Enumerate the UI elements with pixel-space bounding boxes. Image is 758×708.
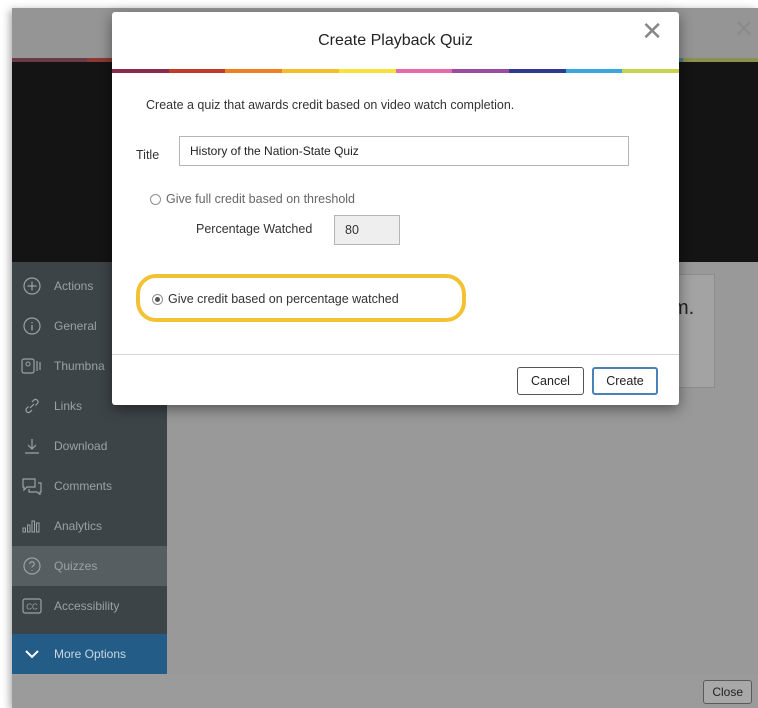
sidebar-item-accessibility[interactable]: CC Accessibility bbox=[12, 586, 167, 626]
dialog-description: Create a quiz that awards credit based o… bbox=[146, 98, 515, 112]
cancel-button[interactable]: Cancel bbox=[517, 367, 584, 395]
percentage-watched-value: 80 bbox=[345, 223, 359, 237]
sidebar-item-quizzes[interactable]: Quizzes bbox=[12, 546, 167, 586]
app-close-icon[interactable]: ✕ bbox=[734, 18, 754, 42]
title-input-value: History of the Nation-State Quiz bbox=[190, 144, 359, 158]
threshold-radio[interactable] bbox=[150, 193, 161, 205]
percentage-radio[interactable] bbox=[152, 293, 163, 305]
sidebar-item-label: Download bbox=[54, 439, 108, 453]
close-button[interactable]: Close bbox=[703, 680, 752, 704]
thumbnail-icon bbox=[18, 358, 46, 374]
sidebar-item-label: More Options bbox=[54, 647, 127, 661]
sidebar-item-label: Links bbox=[54, 399, 83, 413]
threshold-option-label: Give full credit based on threshold bbox=[166, 192, 355, 206]
link-icon bbox=[18, 397, 46, 415]
sidebar-item-label: Quizzes bbox=[54, 559, 98, 573]
create-playback-quiz-dialog: Create Playback Quiz ✕ Create a quiz tha… bbox=[112, 12, 680, 405]
sidebar-item-label: General bbox=[54, 319, 97, 333]
svg-text:CC: CC bbox=[26, 603, 38, 612]
percentage-option-label: Give credit based on percentage watched bbox=[168, 292, 399, 306]
sidebar-item-download[interactable]: Download bbox=[12, 426, 167, 466]
chevron-down-icon bbox=[18, 648, 46, 660]
sidebar-item-label: Thumbna bbox=[54, 359, 105, 373]
cc-icon: CC bbox=[18, 598, 46, 614]
percentage-watched-label: Percentage Watched bbox=[196, 222, 313, 236]
percentage-option[interactable]: Give credit based on percentage watched bbox=[152, 292, 399, 306]
percentage-watched-input[interactable]: 80 bbox=[334, 215, 400, 245]
sidebar-item-label: Accessibility bbox=[54, 599, 120, 613]
sidebar-item-label: Comments bbox=[54, 479, 113, 493]
create-button[interactable]: Create bbox=[592, 367, 658, 395]
sidebar-item-comments[interactable]: Comments bbox=[12, 466, 167, 506]
info-icon bbox=[18, 317, 46, 335]
comments-icon bbox=[18, 477, 46, 495]
sidebar-item-more-options[interactable]: More Options bbox=[12, 634, 167, 674]
dialog-title: Create Playback Quiz bbox=[318, 32, 473, 49]
title-input[interactable]: History of the Nation-State Quiz bbox=[179, 136, 629, 166]
sidebar-item-analytics[interactable]: Analytics bbox=[12, 506, 167, 546]
dialog-color-stripe bbox=[112, 69, 680, 73]
sidebar-item-label: Analytics bbox=[54, 519, 103, 533]
sidebar-item-label: Actions bbox=[54, 279, 94, 293]
app-footer: Close bbox=[12, 674, 758, 708]
close-icon[interactable]: ✕ bbox=[641, 18, 663, 44]
threshold-option[interactable]: Give full credit based on threshold bbox=[150, 192, 355, 206]
download-icon bbox=[18, 437, 46, 455]
dialog-divider bbox=[112, 354, 679, 355]
title-label: Title bbox=[136, 148, 160, 162]
analytics-icon bbox=[18, 519, 46, 533]
question-icon bbox=[18, 557, 46, 575]
plus-circle-icon bbox=[18, 277, 46, 295]
